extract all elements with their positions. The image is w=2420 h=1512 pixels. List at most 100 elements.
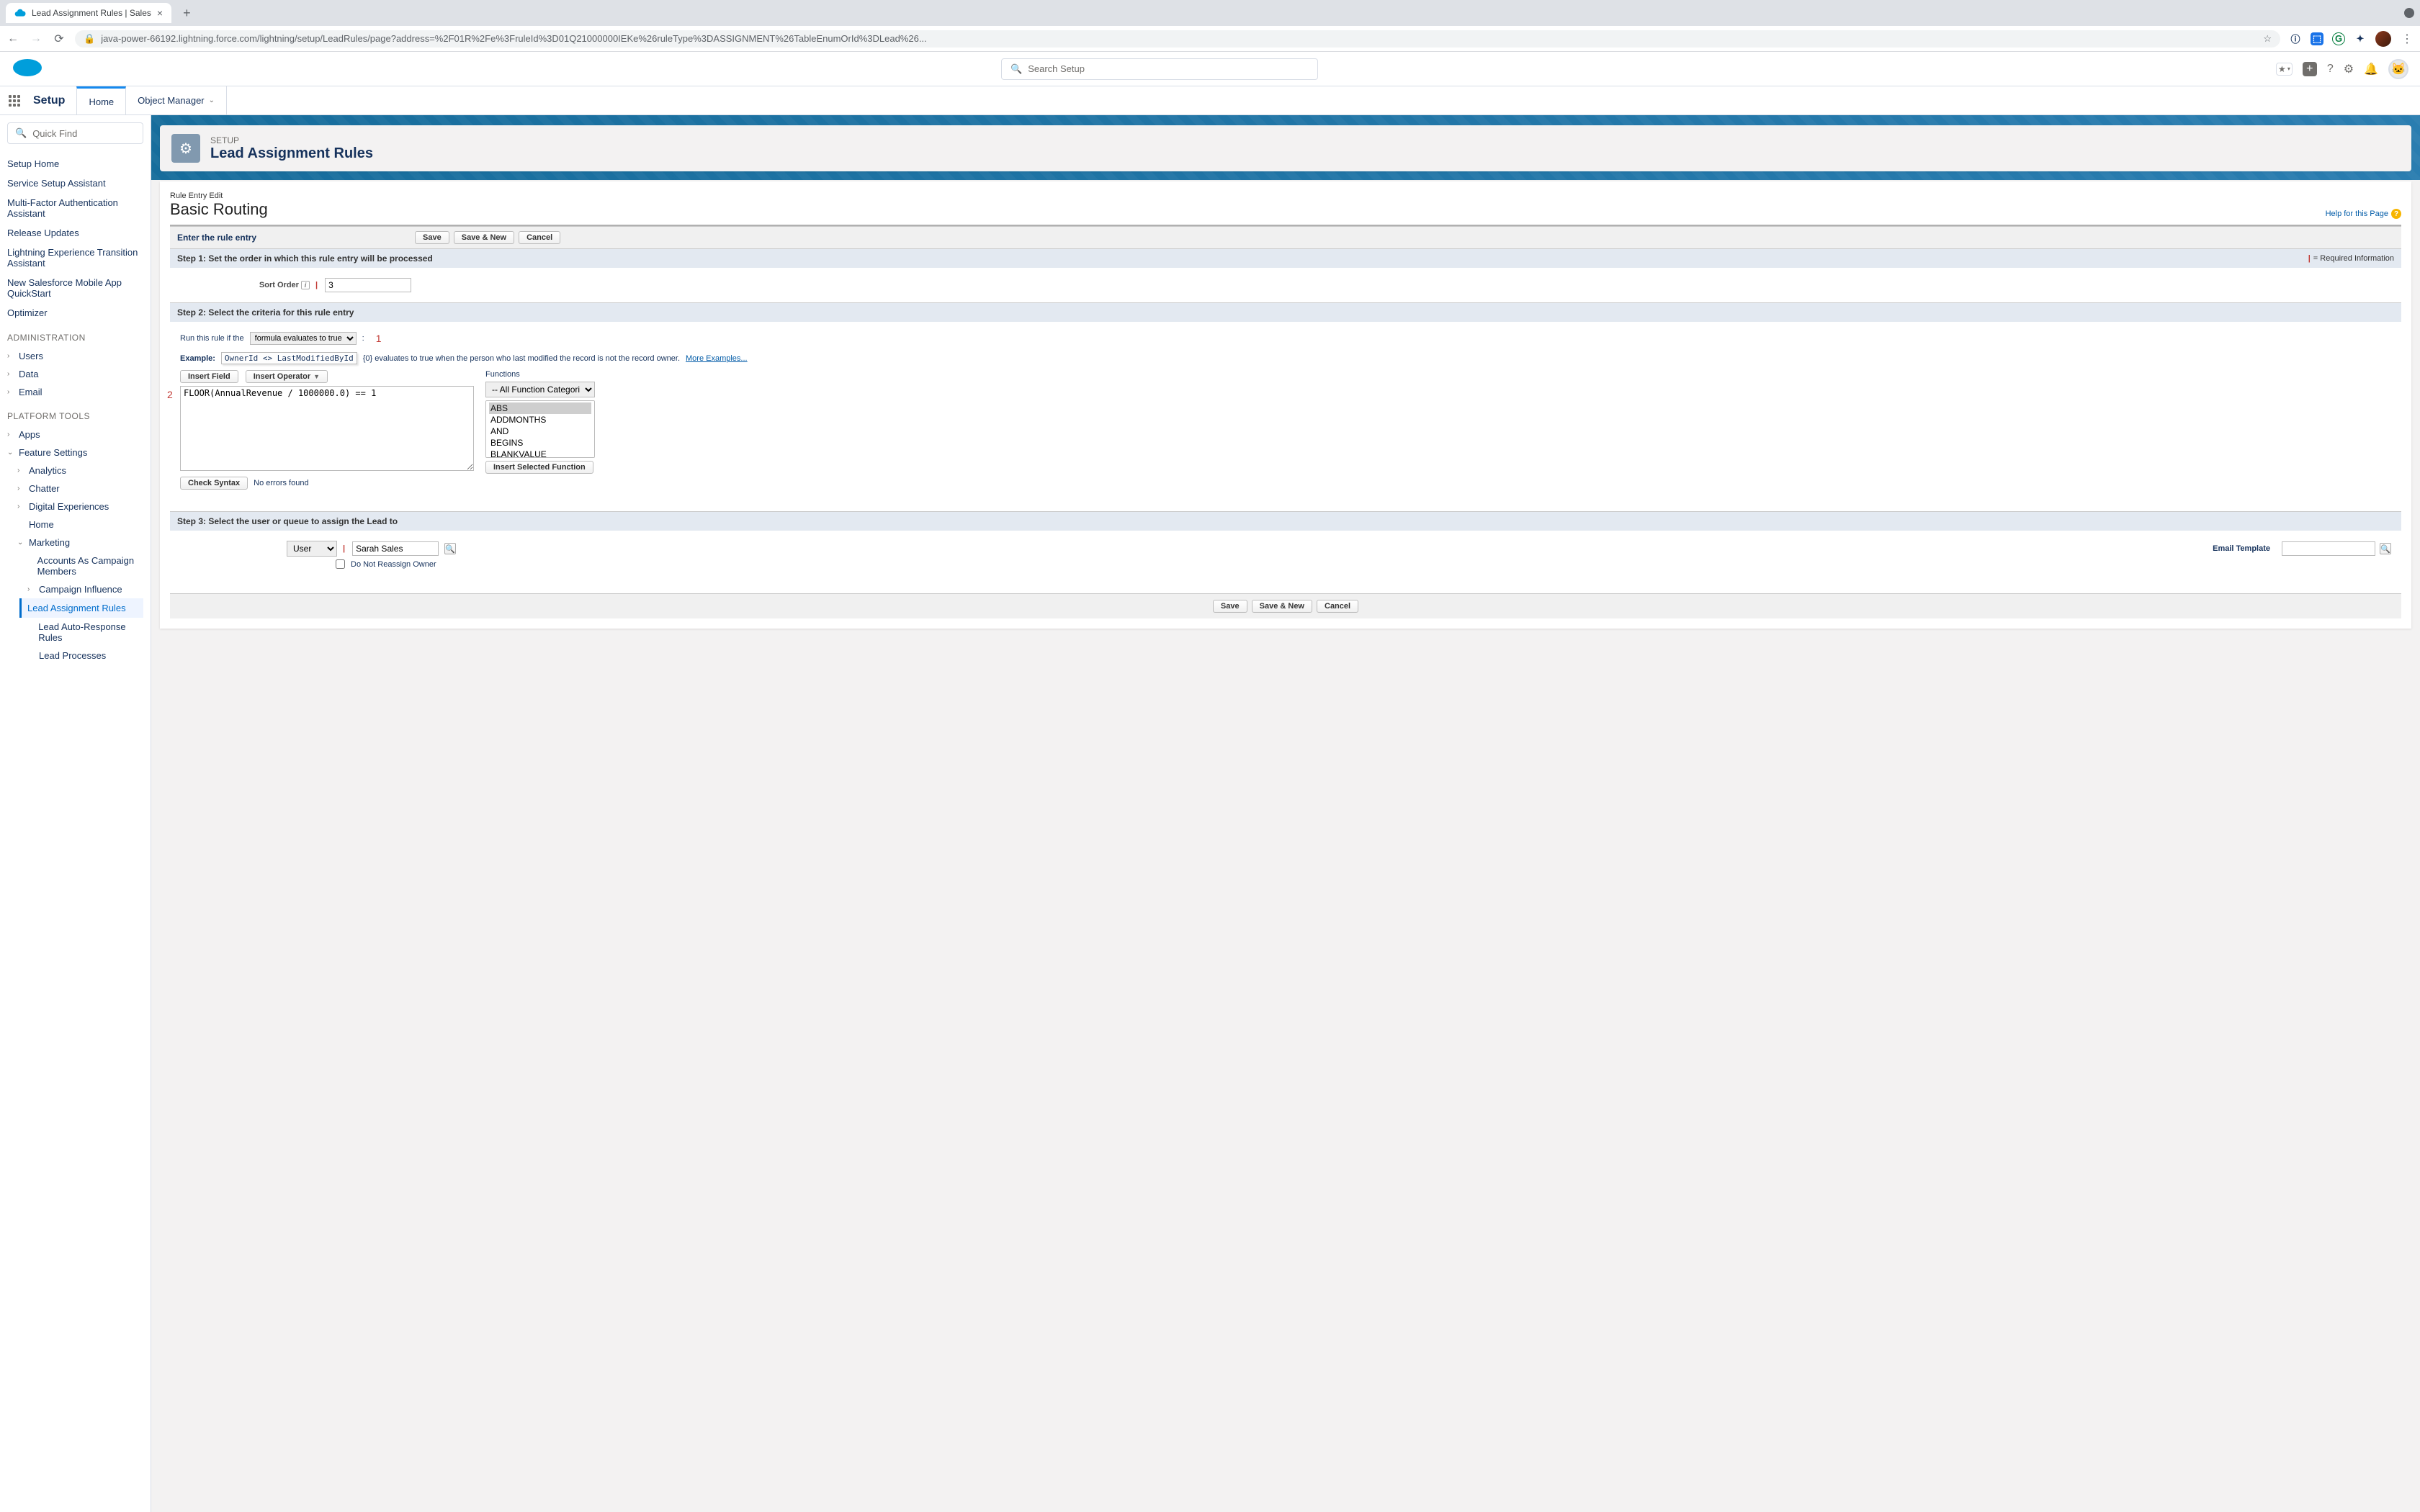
- help-link[interactable]: Help for this Page ?: [2326, 209, 2401, 219]
- sidebar-item[interactable]: Optimizer: [7, 303, 143, 323]
- function-category-select[interactable]: -- All Function Categories --: [485, 382, 595, 397]
- save-button[interactable]: Save: [415, 231, 449, 244]
- user-avatar[interactable]: 🐱: [2388, 59, 2408, 79]
- tab-home[interactable]: Home: [76, 86, 126, 114]
- global-actions-button[interactable]: +: [2303, 62, 2317, 76]
- sidebar-item[interactable]: New Salesforce Mobile App QuickStart: [7, 273, 143, 303]
- tree-item-lead-assignment-rules[interactable]: Lead Assignment Rules: [19, 598, 143, 618]
- cancel-button[interactable]: Cancel: [1317, 600, 1358, 613]
- step2-bar: Step 2: Select the criteria for this rul…: [170, 302, 2401, 322]
- rule-name: Basic Routing: [170, 200, 268, 219]
- tree-item[interactable]: ›Campaign Influence: [7, 580, 143, 598]
- tree-item[interactable]: Home: [7, 516, 143, 534]
- sort-order-input[interactable]: [325, 278, 411, 292]
- tree-item[interactable]: ›Chatter: [7, 480, 143, 498]
- extension-icon[interactable]: ⬚: [2311, 32, 2323, 45]
- criteria-select[interactable]: formula evaluates to true: [250, 332, 357, 345]
- sidebar-item[interactable]: Release Updates: [7, 223, 143, 243]
- step3-bar: Step 3: Select the user or queue to assi…: [170, 511, 2401, 531]
- do-not-reassign-checkbox[interactable]: [336, 559, 345, 569]
- card-header: Rule Entry Edit Basic Routing Help for t…: [170, 192, 2401, 219]
- cancel-button[interactable]: Cancel: [519, 231, 560, 244]
- tree-item-users[interactable]: ›Users: [7, 347, 143, 365]
- email-template-label: Email Template: [2213, 544, 2270, 553]
- extensions-icon[interactable]: ✦: [2354, 32, 2367, 45]
- browser-chrome: Lead Assignment Rules | Sales × + ← → ⟳ …: [0, 0, 2420, 52]
- sidebar-item[interactable]: Setup Home: [7, 154, 143, 174]
- tree-item-apps[interactable]: ›Apps: [7, 426, 143, 444]
- save-new-button[interactable]: Save & New: [454, 231, 514, 244]
- do-not-reassign-label: Do Not Reassign Owner: [351, 560, 436, 569]
- browser-tab[interactable]: Lead Assignment Rules | Sales ×: [6, 3, 171, 23]
- assignee-input[interactable]: [352, 541, 439, 556]
- url-bar[interactable]: 🔒 java-power-66192.lightning.force.com/l…: [75, 30, 2280, 48]
- new-tab-button[interactable]: +: [177, 3, 197, 24]
- chevron-right-icon: ›: [7, 388, 14, 396]
- tab-object-manager[interactable]: Object Manager⌄: [126, 86, 227, 114]
- kebab-icon[interactable]: ⋮: [2400, 32, 2414, 46]
- profile-avatar[interactable]: [2375, 31, 2391, 47]
- tree-item[interactable]: ›Analytics: [7, 462, 143, 480]
- gear-icon[interactable]: ⚙: [2344, 62, 2354, 76]
- reload-button[interactable]: ⟳: [52, 32, 66, 46]
- formula-textarea[interactable]: FLOOR(AnnualRevenue / 1000000.0) == 1: [180, 386, 474, 471]
- quick-find-input[interactable]: 🔍 Quick Find: [7, 122, 143, 144]
- search-icon: 🔍: [1010, 63, 1022, 75]
- search-input[interactable]: 🔍 Search Setup: [1001, 58, 1318, 80]
- insert-operator-button[interactable]: Insert Operator▼: [246, 370, 328, 383]
- assignee-type-select[interactable]: User: [287, 541, 337, 557]
- email-template-input[interactable]: [2282, 541, 2375, 556]
- function-list[interactable]: ABS ADDMONTHS AND BEGINS BLANKVALUE BR: [485, 400, 595, 458]
- star-icon[interactable]: ☆: [2263, 33, 2272, 45]
- sort-order-label: Sort Order i: [180, 281, 310, 289]
- save-new-button[interactable]: Save & New: [1252, 600, 1312, 613]
- lookup-icon[interactable]: 🔍: [444, 543, 456, 554]
- chrome-window-control[interactable]: [2404, 8, 2414, 18]
- save-button[interactable]: Save: [1213, 600, 1247, 613]
- tree-item-data[interactable]: ›Data: [7, 365, 143, 383]
- insert-function-button[interactable]: Insert Selected Function: [485, 461, 593, 474]
- close-icon[interactable]: ×: [157, 7, 163, 19]
- tree-item-email[interactable]: ›Email: [7, 383, 143, 401]
- salesforce-logo[interactable]: [12, 57, 43, 81]
- favorites-button[interactable]: ★▾: [2276, 63, 2293, 76]
- functions-label: Functions: [485, 370, 595, 379]
- tree-item[interactable]: Lead Processes: [7, 647, 143, 665]
- cloud-icon: [14, 7, 26, 19]
- chevron-right-icon: ›: [17, 485, 24, 492]
- more-examples-link[interactable]: More Examples...: [686, 354, 748, 363]
- chevron-right-icon: ›: [17, 503, 24, 510]
- tab-title: Lead Assignment Rules | Sales: [32, 8, 151, 18]
- section-administration: ADMINISTRATION: [7, 333, 143, 343]
- sidebar-item[interactable]: Multi-Factor Authentication Assistant: [7, 193, 143, 223]
- chevron-right-icon: ›: [27, 585, 35, 593]
- tree-item-marketing[interactable]: ⌄Marketing: [7, 534, 143, 552]
- step3-label: Step 3: Select the user or queue to assi…: [177, 516, 398, 526]
- url-text: java-power-66192.lightning.force.com/lig…: [101, 33, 2251, 44]
- tree-item[interactable]: ›Digital Experiences: [7, 498, 143, 516]
- tree-item[interactable]: Lead Auto-Response Rules: [7, 618, 143, 647]
- lookup-icon[interactable]: 🔍: [2380, 543, 2391, 554]
- info-icon[interactable]: ⓘ: [2289, 32, 2302, 45]
- notifications-icon[interactable]: 🔔: [2364, 62, 2378, 76]
- app-launcher-icon[interactable]: [0, 95, 29, 107]
- step1-body: Sort Order i |: [170, 268, 2401, 302]
- info-icon[interactable]: i: [301, 281, 310, 289]
- toolbar-right: ⓘ ⬚ G ✦ ⋮: [2289, 31, 2414, 47]
- header-actions: ★▾ + ? ⚙ 🔔 🐱: [2276, 59, 2408, 79]
- tree-item-feature-settings[interactable]: ⌄Feature Settings: [7, 444, 143, 462]
- tree-item[interactable]: Accounts As Campaign Members: [7, 552, 143, 580]
- search-icon: 🔍: [15, 127, 27, 139]
- sidebar-item[interactable]: Lightning Experience Transition Assistan…: [7, 243, 143, 273]
- check-syntax-button[interactable]: Check Syntax: [180, 477, 248, 490]
- back-button[interactable]: ←: [6, 32, 20, 45]
- enter-rule-bar: Enter the rule entry Save Save & New Can…: [170, 226, 2401, 248]
- help-icon[interactable]: ?: [2327, 63, 2334, 76]
- section-platform-tools: PLATFORM TOOLS: [7, 411, 143, 421]
- sidebar-item[interactable]: Service Setup Assistant: [7, 174, 143, 193]
- setup-navbar: Setup Home Object Manager⌄: [0, 86, 2420, 115]
- grammarly-icon[interactable]: G: [2332, 32, 2345, 45]
- syntax-result: No errors found: [254, 479, 308, 487]
- insert-field-button[interactable]: Insert Field: [180, 370, 238, 383]
- tab-strip: Lead Assignment Rules | Sales × +: [0, 0, 2420, 26]
